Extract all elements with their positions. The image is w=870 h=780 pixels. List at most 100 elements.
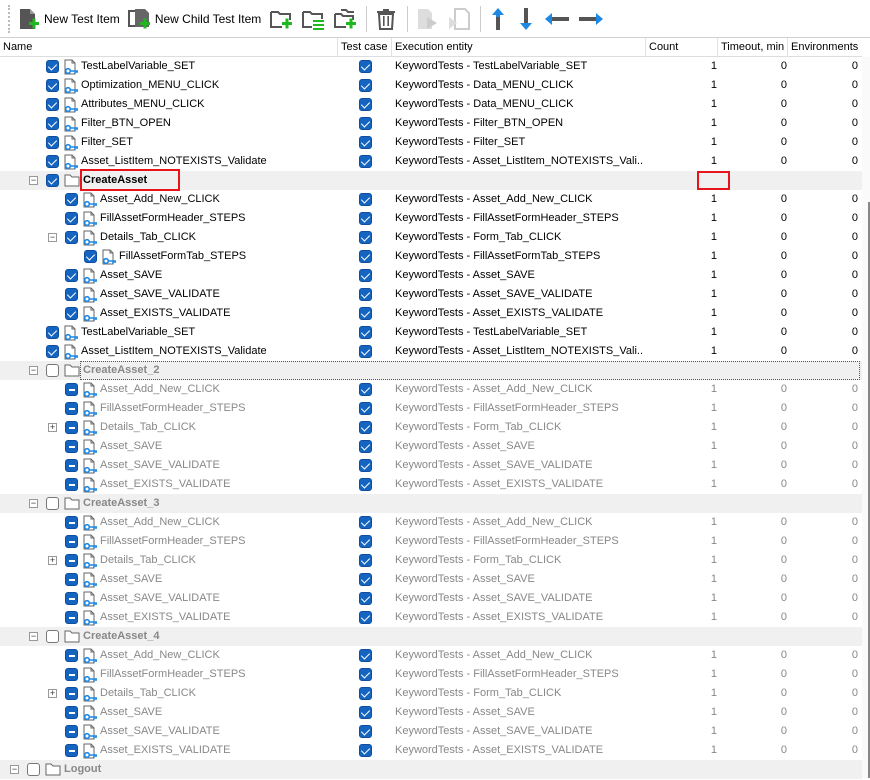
tree-test-row[interactable]: Asset_Add_New_CLICK KeywordTests - Asset_… — [0, 646, 862, 665]
enable-checkbox[interactable] — [46, 326, 59, 339]
test-case-checkbox[interactable] — [359, 554, 372, 567]
enable-checkbox[interactable] — [46, 155, 59, 168]
test-case-checkbox[interactable] — [359, 117, 372, 130]
test-case-checkbox[interactable] — [359, 269, 372, 282]
vertical-scrollbar[interactable] — [862, 57, 870, 778]
enable-checkbox[interactable] — [65, 288, 78, 301]
tree-test-row[interactable]: + Details_Tab_CLICK KeywordTests - Form_Ta… — [0, 418, 862, 437]
tree-test-row[interactable]: Asset_EXISTS_VALIDATE KeywordTests - Asse… — [0, 608, 862, 627]
enable-checkbox[interactable] — [65, 307, 78, 320]
enable-checkbox[interactable] — [65, 592, 78, 605]
tree-test-row[interactable]: FillAssetFormHeader_STEPS KeywordTests - … — [0, 532, 862, 551]
test-case-checkbox[interactable] — [359, 250, 372, 263]
move-right-button[interactable] — [575, 4, 607, 34]
collapse-icon[interactable]: − — [48, 233, 57, 242]
expand-icon[interactable]: + — [48, 556, 57, 565]
enable-checkbox[interactable] — [65, 402, 78, 415]
tree-test-row[interactable]: − Details_Tab_CLICK KeywordTests - Form_Ta… — [0, 228, 862, 247]
tree-test-row[interactable]: Asset_ListItem_NOTEXISTS_Validate Keyword… — [0, 342, 862, 361]
tree-test-row[interactable]: FillAssetFormHeader_STEPS KeywordTests - … — [0, 665, 862, 684]
test-case-checkbox[interactable] — [359, 725, 372, 738]
tree-test-row[interactable]: Asset_Add_New_CLICK KeywordTests - Asset_… — [0, 380, 862, 399]
tree-test-row[interactable]: TestLabelVariable_SET KeywordTests - Test… — [0, 57, 862, 76]
enable-checkbox[interactable] — [65, 516, 78, 529]
tree-test-row[interactable]: Asset_EXISTS_VALIDATE KeywordTests - Asse… — [0, 475, 862, 494]
test-case-checkbox[interactable] — [359, 383, 372, 396]
tree-group-row[interactable]: − CreateAsset_3 — [0, 494, 862, 513]
column-timeout[interactable]: Timeout, min — [718, 38, 788, 56]
test-case-checkbox[interactable] — [359, 687, 372, 700]
enable-checkbox[interactable] — [27, 763, 40, 776]
test-case-checkbox[interactable] — [359, 307, 372, 320]
column-execution-entity[interactable]: Execution entity — [392, 38, 646, 56]
column-test-case[interactable]: Test case — [338, 38, 392, 56]
test-case-checkbox[interactable] — [359, 611, 372, 624]
test-case-checkbox[interactable] — [359, 535, 372, 548]
run-selected-button[interactable] — [444, 4, 474, 34]
enable-checkbox[interactable] — [65, 478, 78, 491]
toolbar-grip[interactable] — [8, 4, 10, 33]
enable-checkbox[interactable] — [46, 98, 59, 111]
tree-test-row[interactable]: Asset_SAVE_VALIDATE KeywordTests - Asset_… — [0, 285, 862, 304]
tree-test-row[interactable]: Asset_EXISTS_VALIDATE KeywordTests - Asse… — [0, 741, 862, 760]
move-down-button[interactable] — [513, 4, 539, 34]
column-name[interactable]: Name — [0, 38, 338, 56]
enable-checkbox[interactable] — [46, 630, 59, 643]
enable-checkbox[interactable] — [46, 174, 59, 187]
enable-checkbox[interactable] — [65, 231, 78, 244]
tree-test-row[interactable]: Attributes_MENU_CLICK KeywordTests - Data… — [0, 95, 862, 114]
test-case-checkbox[interactable] — [359, 288, 372, 301]
enable-checkbox[interactable] — [46, 60, 59, 73]
enable-checkbox[interactable] — [65, 459, 78, 472]
tree-group-row[interactable]: − CreateAsset_2 — [0, 361, 862, 380]
column-environments[interactable]: Environments — [788, 38, 862, 56]
tree-test-row[interactable]: + Details_Tab_CLICK KeywordTests - Form_Ta… — [0, 684, 862, 703]
test-case-checkbox[interactable] — [359, 136, 372, 149]
test-case-checkbox[interactable] — [359, 668, 372, 681]
tree-test-row[interactable]: Filter_SET KeywordTests - Filter_SET 1 0 0 — [0, 133, 862, 152]
test-case-checkbox[interactable] — [359, 60, 372, 73]
collapse-icon[interactable]: − — [29, 176, 38, 185]
tree-test-row[interactable]: Asset_Add_New_CLICK KeywordTests - Asset_… — [0, 190, 862, 209]
test-case-checkbox[interactable] — [359, 744, 372, 757]
test-case-checkbox[interactable] — [359, 592, 372, 605]
test-case-checkbox[interactable] — [359, 421, 372, 434]
delete-button[interactable] — [371, 4, 401, 34]
collapse-icon[interactable]: − — [10, 765, 19, 774]
test-case-checkbox[interactable] — [359, 212, 372, 225]
collapse-icon[interactable]: − — [29, 499, 38, 508]
tree-group-row[interactable]: − CreateAsset — [0, 171, 862, 190]
enable-checkbox[interactable] — [46, 345, 59, 358]
collapse-icon[interactable]: − — [29, 632, 38, 641]
enable-checkbox[interactable] — [65, 421, 78, 434]
enable-checkbox[interactable] — [65, 212, 78, 225]
enable-checkbox[interactable] — [65, 193, 78, 206]
enable-checkbox[interactable] — [84, 250, 97, 263]
test-case-checkbox[interactable] — [359, 440, 372, 453]
tree-test-row[interactable]: Asset_SAVE_VALIDATE KeywordTests - Asset_… — [0, 722, 862, 741]
test-case-checkbox[interactable] — [359, 231, 372, 244]
test-case-checkbox[interactable] — [359, 79, 372, 92]
tree-test-row[interactable]: Asset_EXISTS_VALIDATE KeywordTests - Asse… — [0, 304, 862, 323]
enable-checkbox[interactable] — [46, 497, 59, 510]
tree-test-row[interactable]: Asset_SAVE_VALIDATE KeywordTests - Asset_… — [0, 456, 862, 475]
test-case-checkbox[interactable] — [359, 193, 372, 206]
enable-checkbox[interactable] — [46, 136, 59, 149]
tree-test-row[interactable]: Asset_SAVE KeywordTests - Asset_SAVE 1 0 0 — [0, 266, 862, 285]
tree-test-row[interactable]: Asset_SAVE KeywordTests - Asset_SAVE 1 0 0 — [0, 437, 862, 456]
column-count[interactable]: Count — [646, 38, 718, 56]
test-case-checkbox[interactable] — [359, 649, 372, 662]
test-case-checkbox[interactable] — [359, 706, 372, 719]
enable-checkbox[interactable] — [65, 554, 78, 567]
add-folder-button[interactable] — [266, 4, 296, 34]
tree-test-row[interactable]: Filter_BTN_OPEN KeywordTests - Filter_BTN… — [0, 114, 862, 133]
enable-checkbox[interactable] — [65, 440, 78, 453]
enable-checkbox[interactable] — [65, 706, 78, 719]
enable-checkbox[interactable] — [65, 383, 78, 396]
add-child-folder-button[interactable] — [330, 4, 360, 34]
new-child-test-item-button[interactable]: New Child Test Item — [125, 4, 264, 34]
folder-list-button[interactable] — [298, 4, 328, 34]
tree-test-row[interactable]: Asset_Add_New_CLICK KeywordTests - Asset_… — [0, 513, 862, 532]
collapse-icon[interactable]: − — [29, 366, 38, 375]
tree-group-row[interactable]: − Logout — [0, 760, 862, 779]
